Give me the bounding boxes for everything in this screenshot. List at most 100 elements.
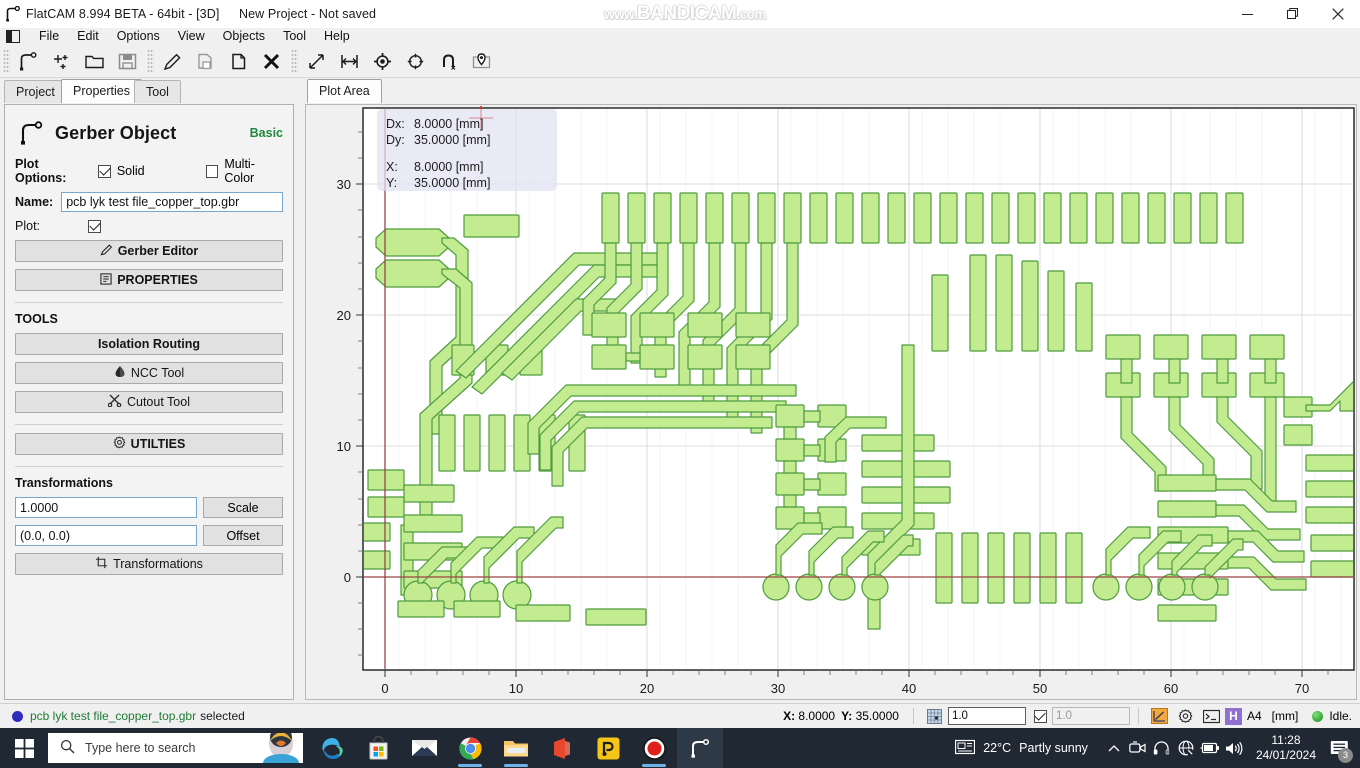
volume-icon[interactable]	[1222, 728, 1246, 768]
flatcam-app-icon	[0, 0, 26, 28]
window-title-bar: FlatCAM 8.994 BETA - 64bit - [3D] New Pr…	[0, 0, 1360, 28]
multicolor-label: Multi-Color	[224, 157, 255, 185]
grid-snap-icon[interactable]	[925, 707, 945, 725]
new-geometry-icon[interactable]	[45, 46, 78, 77]
restore-button[interactable]	[1270, 0, 1315, 28]
clock-time: 11:28	[1271, 733, 1301, 747]
multicolor-checkbox[interactable]	[205, 164, 219, 178]
tab-plot-area[interactable]: Plot Area	[307, 79, 382, 103]
watermark-www: www.	[604, 6, 637, 22]
svg-text:20: 20	[337, 308, 351, 323]
properties-button[interactable]: PROPERTIES	[15, 269, 283, 291]
copy-object-icon[interactable]	[222, 46, 255, 77]
set-origin-icon[interactable]	[366, 46, 399, 77]
office-icon[interactable]	[539, 728, 585, 768]
terminal-icon[interactable]	[1202, 707, 1222, 725]
snap-magnet-icon[interactable]	[432, 46, 465, 77]
pcb-plot-canvas[interactable]: 0 10 20 30 40 50 60 70 0 10 20 30	[306, 105, 1356, 699]
utilities-button[interactable]: UTILTIES	[15, 433, 283, 455]
mail-icon[interactable]	[401, 728, 447, 768]
snap-y-input[interactable]	[1051, 707, 1130, 725]
solid-checkbox[interactable]	[98, 164, 111, 178]
name-row: Name:	[15, 192, 283, 212]
selection-indicator-icon	[12, 710, 23, 722]
menu-edit[interactable]: Edit	[68, 28, 108, 45]
axis-toggle-icon[interactable]	[1150, 707, 1170, 725]
system-tray: 22°C Partly sunny 11:28 24/01/2024 3	[955, 728, 1360, 768]
file-explorer-icon[interactable]	[493, 728, 539, 768]
svg-text:20: 20	[640, 681, 654, 696]
svg-text:70: 70	[1295, 681, 1309, 696]
toolbar-grip[interactable]	[3, 49, 10, 73]
close-button[interactable]	[1315, 0, 1360, 28]
measure-distance-icon[interactable]	[300, 46, 333, 77]
taskbar-clock[interactable]: 11:28 24/01/2024	[1256, 733, 1316, 763]
meet-now-icon[interactable]	[1126, 728, 1150, 768]
plot-area[interactable]: 0 10 20 30 40 50 60 70 0 10 20 30 Dx: 8.0000 [m…	[305, 104, 1357, 700]
new-gerber-icon[interactable]	[12, 46, 45, 77]
transformations-button[interactable]: Transformations	[15, 553, 283, 575]
edit-pencil-icon[interactable]	[156, 46, 189, 77]
snap-x-input[interactable]	[947, 707, 1026, 725]
tab-project[interactable]: Project	[4, 80, 67, 103]
microsoft-store-icon[interactable]	[355, 728, 401, 768]
object-name-input[interactable]	[61, 192, 283, 212]
menu-options[interactable]: Options	[108, 28, 169, 45]
hud-badge[interactable]: H	[1224, 707, 1242, 725]
scale-button[interactable]: Scale	[203, 497, 283, 518]
menu-help[interactable]: Help	[315, 28, 359, 45]
plot-row: Plot:	[15, 219, 283, 233]
windows-taskbar: Type here to search 22°C Partly sunny 11…	[0, 728, 1360, 768]
notification-center-button[interactable]: 3	[1324, 728, 1354, 768]
scale-input[interactable]	[15, 497, 197, 518]
gerber-editor-button[interactable]: Gerber Editor	[15, 240, 283, 262]
plot-checkbox[interactable]	[88, 219, 102, 233]
tab-properties[interactable]: Properties	[61, 79, 142, 103]
jump-to-location-icon[interactable]	[399, 46, 432, 77]
units-label[interactable]: [mm]	[1272, 709, 1299, 723]
tab-tool[interactable]: Tool	[134, 80, 181, 103]
headset-icon[interactable]	[1150, 728, 1174, 768]
toolbar-grip-2[interactable]	[147, 49, 154, 73]
offset-button[interactable]: Offset	[203, 525, 283, 546]
taskbar-search-box[interactable]: Type here to search	[48, 733, 303, 763]
ncc-tool-button[interactable]: NCC Tool	[15, 362, 283, 384]
paper-size-label[interactable]: A4	[1247, 709, 1262, 723]
weather-widget[interactable]: 22°C Partly sunny	[955, 739, 1088, 758]
isolation-routing-button[interactable]: Isolation Routing	[15, 333, 283, 355]
delete-object-icon[interactable]	[255, 46, 288, 77]
offset-input[interactable]	[15, 525, 197, 546]
divider-1	[15, 302, 283, 303]
flatcam-icon[interactable]	[677, 728, 723, 768]
bandicam-icon[interactable]	[631, 728, 677, 768]
toolbar-grip-3[interactable]	[291, 49, 298, 73]
cutout-tool-button[interactable]: Cutout Tool	[15, 391, 283, 413]
save-object-icon[interactable]	[189, 46, 222, 77]
cortana-avatar-icon	[255, 733, 303, 763]
locate-in-object-icon[interactable]	[465, 46, 498, 77]
measure-min-distance-icon[interactable]	[333, 46, 366, 77]
save-icon[interactable]	[111, 46, 144, 77]
svg-text:0: 0	[381, 681, 388, 696]
battery-icon[interactable]	[1198, 728, 1222, 768]
yellow-app-icon[interactable]	[585, 728, 631, 768]
windows-start-button[interactable]	[0, 728, 48, 768]
activity-indicator-icon	[1312, 710, 1324, 722]
menu-objects[interactable]: Objects	[214, 28, 274, 45]
notification-count-badge: 3	[1338, 748, 1353, 763]
minimize-button[interactable]	[1225, 0, 1270, 28]
menu-tool[interactable]: Tool	[274, 28, 315, 45]
chrome-icon[interactable]	[447, 728, 493, 768]
gear-icon	[113, 436, 126, 452]
network-icon[interactable]	[1174, 728, 1198, 768]
svg-text:40: 40	[902, 681, 916, 696]
toggle-panel-icon[interactable]	[6, 30, 20, 43]
snap-link-checkbox[interactable]	[1033, 709, 1047, 723]
gerber-editor-label: Gerber Editor	[117, 244, 199, 258]
menu-view[interactable]: View	[169, 28, 214, 45]
chevron-up-icon[interactable]	[1102, 728, 1126, 768]
edge-icon[interactable]	[309, 728, 355, 768]
open-folder-icon[interactable]	[78, 46, 111, 77]
gear-icon[interactable]	[1176, 707, 1196, 725]
menu-file[interactable]: File	[30, 28, 68, 45]
